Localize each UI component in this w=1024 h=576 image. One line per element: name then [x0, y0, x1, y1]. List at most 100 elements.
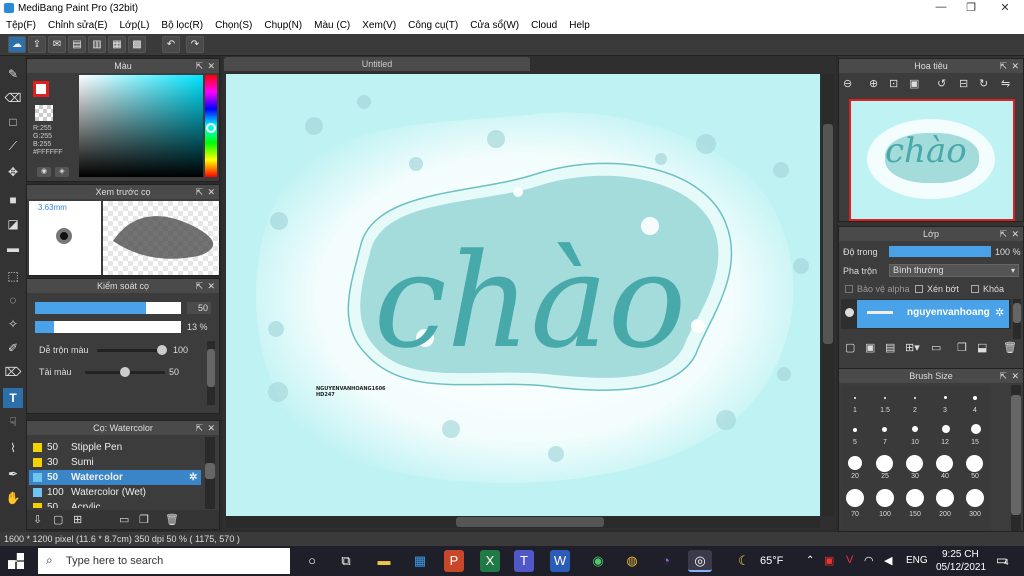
cloud-icon[interactable]: ☁: [8, 36, 26, 53]
line-tool-icon[interactable]: ⟋: [3, 136, 23, 156]
primary-color-swatch[interactable]: [33, 81, 49, 97]
redo-icon[interactable]: ↷: [186, 36, 204, 53]
cloud-download-icon[interactable]: ⇩: [33, 513, 42, 526]
menu-select[interactable]: Chọn(S): [209, 17, 258, 34]
task-view-icon[interactable]: ⧉: [334, 550, 358, 572]
canvas-horizontal-scrollbar[interactable]: [226, 516, 820, 528]
close-panel-icon[interactable]: ✕: [1011, 227, 1019, 241]
color-picker-field[interactable]: [79, 75, 203, 177]
menu-cloud[interactable]: Cloud: [525, 17, 563, 34]
menu-filter[interactable]: Bộ lọc(R): [155, 17, 209, 34]
duplicate-icon[interactable]: ❐: [139, 513, 149, 526]
size-dot[interactable]: [854, 397, 856, 399]
size-dot[interactable]: [973, 396, 977, 400]
windows-start-icon[interactable]: [8, 553, 24, 569]
select-eraser-icon[interactable]: ⌦: [3, 362, 23, 382]
brush-tool-icon[interactable]: ✎: [3, 64, 23, 84]
rectangle-tool-icon[interactable]: □: [3, 112, 23, 132]
eyedropper-icon[interactable]: ⌇: [3, 438, 23, 458]
size-dot[interactable]: [848, 456, 862, 470]
menu-help[interactable]: Help: [563, 17, 596, 34]
lasso-tool-icon[interactable]: ◌: [3, 290, 23, 310]
antivirus-icon[interactable]: V: [846, 554, 853, 566]
file-explorer-icon[interactable]: ▬: [372, 550, 396, 572]
rotate-left-icon[interactable]: ↺: [937, 77, 946, 90]
close-panel-icon[interactable]: ✕: [1011, 59, 1019, 73]
canvas-tab[interactable]: Untitled: [224, 57, 530, 71]
close-panel-icon[interactable]: ✕: [1011, 369, 1019, 383]
brush-size-bar[interactable]: [35, 302, 181, 314]
teams-icon[interactable]: T: [514, 550, 534, 572]
new-8bit-layer-icon[interactable]: ▤: [885, 341, 895, 354]
fit-icon[interactable]: ⊡: [889, 77, 898, 90]
hand-tool-icon[interactable]: ✋: [3, 488, 23, 508]
tiles-icon[interactable]: ▩: [128, 36, 146, 53]
operation-tool-icon[interactable]: ☟: [3, 412, 23, 432]
select-tool-icon[interactable]: ⬚: [3, 266, 23, 286]
document-icon[interactable]: ▥: [88, 36, 106, 53]
palette-icon[interactable]: ◈: [55, 167, 69, 177]
protect-alpha-checkbox[interactable]: [845, 285, 853, 293]
bucket-tool-icon[interactable]: ◪: [3, 214, 23, 234]
share-icon[interactable]: ⇪: [28, 36, 46, 53]
size-dot[interactable]: [942, 425, 950, 433]
add-brush-icon[interactable]: ⊞: [73, 513, 82, 526]
active-app-icon[interactable]: ◎: [688, 550, 712, 572]
new-brush-icon[interactable]: ▢: [53, 513, 63, 526]
size-dot[interactable]: [876, 489, 894, 507]
language-indicator[interactable]: ENG: [906, 555, 928, 566]
gradient-tool-icon[interactable]: ▬: [3, 238, 23, 258]
brush-item-watercolor-wet[interactable]: 100 Watercolor (Wet): [29, 485, 201, 500]
menu-color[interactable]: Màu (C): [308, 17, 356, 34]
navigator-thumbnail[interactable]: chào: [849, 99, 1015, 221]
medibang-icon[interactable]: ◉: [586, 550, 610, 572]
new-halftone-layer-icon[interactable]: ▣: [865, 341, 875, 354]
close-panel-icon[interactable]: ✕: [207, 421, 215, 435]
grid-icon[interactable]: ▦: [108, 36, 126, 53]
clipping-checkbox[interactable]: [915, 285, 923, 293]
size-dot[interactable]: [884, 397, 886, 399]
fill-rect-tool-icon[interactable]: ■: [3, 190, 23, 210]
popout-icon[interactable]: ⇱: [195, 185, 203, 199]
chat-icon[interactable]: ▤: [68, 36, 86, 53]
actual-size-icon[interactable]: ▣: [909, 77, 919, 90]
add-layer-menu-icon[interactable]: ⊞▾: [905, 341, 920, 354]
text-tool-icon[interactable]: T: [3, 388, 23, 408]
wifi-icon[interactable]: ◠: [864, 554, 874, 567]
merge-down-icon[interactable]: ⬓: [977, 341, 987, 354]
volume-icon[interactable]: ◀: [884, 554, 892, 567]
close-panel-icon[interactable]: ✕: [207, 279, 215, 293]
popout-icon[interactable]: ⇱: [195, 279, 203, 293]
zoom-out-icon[interactable]: ⊖: [843, 77, 852, 90]
flip-icon[interactable]: ⇋: [1001, 77, 1010, 90]
folder-icon[interactable]: ▭: [931, 341, 941, 354]
zoom-in-icon[interactable]: ⊕: [869, 77, 878, 90]
powerpoint-icon[interactable]: P: [444, 550, 464, 572]
hue-knob[interactable]: [206, 123, 216, 133]
clock-time[interactable]: 9:25 CH: [942, 549, 979, 560]
excel-icon[interactable]: X: [480, 550, 500, 572]
messenger-icon[interactable]: ◔: [654, 550, 678, 572]
move-tool-icon[interactable]: ✥: [3, 162, 23, 182]
comment-icon[interactable]: ✉: [48, 36, 66, 53]
menu-snap[interactable]: Chụp(N): [258, 17, 308, 34]
size-dot[interactable]: [846, 489, 864, 507]
rotate-right-icon[interactable]: ↻: [979, 77, 988, 90]
size-dot[interactable]: [912, 426, 918, 432]
popout-icon[interactable]: ⇱: [195, 59, 203, 73]
opacity-bar[interactable]: [35, 321, 181, 333]
lock-checkbox[interactable]: [971, 285, 979, 293]
maximize-button[interactable]: ❐: [956, 1, 986, 14]
pen-tool-icon[interactable]: ✒: [3, 464, 23, 484]
chrome-icon[interactable]: ◍: [620, 550, 644, 572]
taskbar-search-box[interactable]: ⌕ Type here to search: [38, 548, 290, 574]
layer-row[interactable]: nguyenvanhoang ✲: [841, 299, 1011, 329]
size-dot[interactable]: [906, 489, 924, 507]
eye-icon[interactable]: [845, 308, 854, 317]
brush-item-watercolor[interactable]: 50 Watercolor ✲: [29, 470, 201, 485]
menu-file[interactable]: Tệp(F): [0, 17, 42, 34]
size-dot[interactable]: [914, 397, 916, 399]
popout-icon[interactable]: ⇱: [999, 227, 1007, 241]
close-panel-icon[interactable]: ✕: [207, 59, 215, 73]
close-panel-icon[interactable]: ✕: [207, 185, 215, 199]
